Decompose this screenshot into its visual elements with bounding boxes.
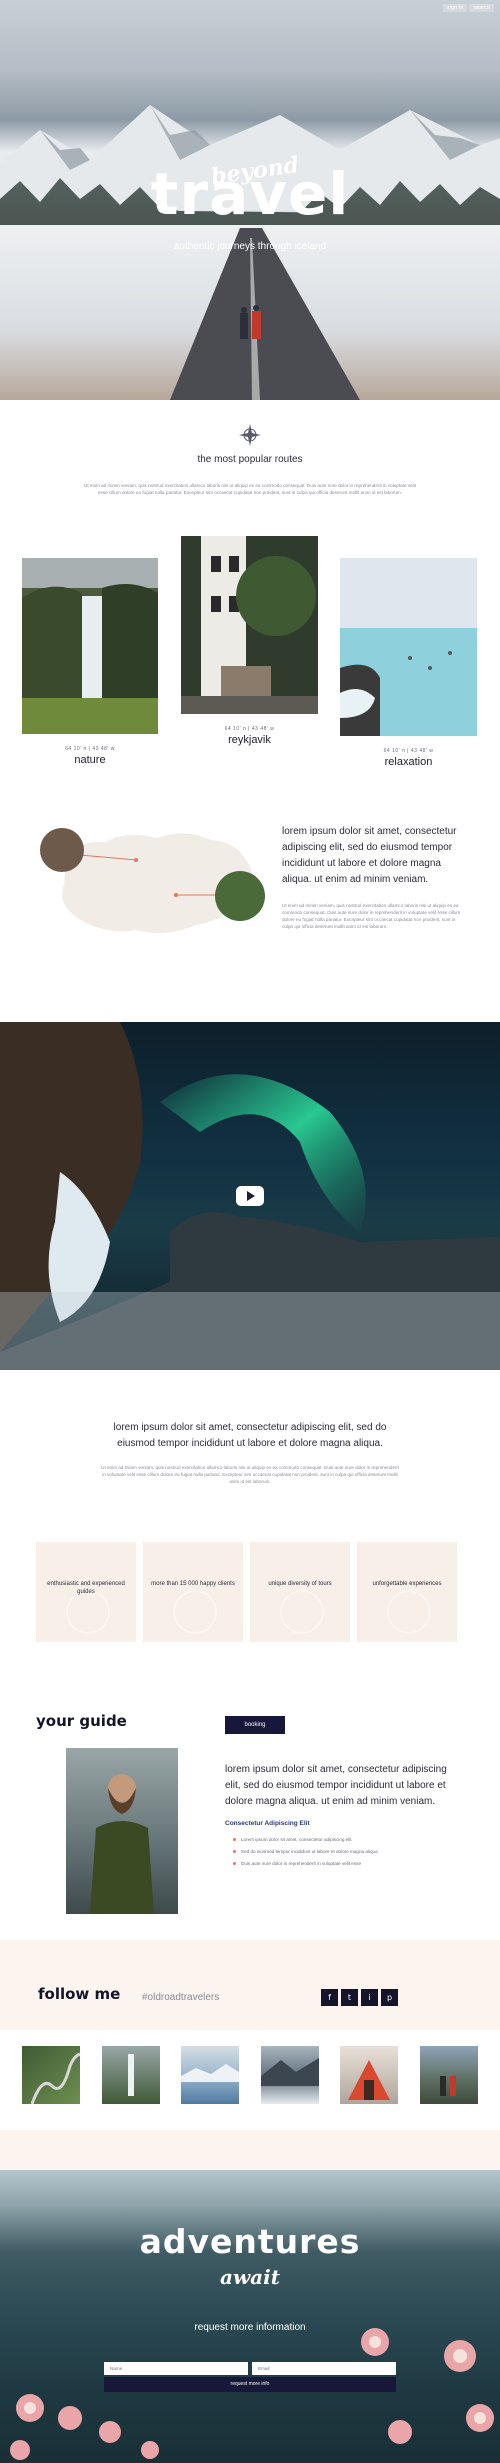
- instagram-icon[interactable]: i: [361, 1989, 378, 2006]
- instagram-photo-2[interactable]: [102, 2046, 160, 2104]
- follow-hashtag[interactable]: #oldroadtravelers: [142, 1992, 219, 2003]
- reykjavik-image[interactable]: [181, 536, 318, 714]
- feature-guides: enthusiastic and experienced guides: [36, 1542, 136, 1642]
- reykjavik-label[interactable]: reykjavik: [181, 734, 318, 746]
- top-links: sign in search: [442, 4, 494, 12]
- hero-subtitle: authentic journeys through iceland: [173, 241, 327, 252]
- routes-text: Ut enim ad minim veniam, quis nostrud ex…: [84, 483, 416, 495]
- instagram-photo-6[interactable]: [420, 2046, 478, 2104]
- instagram-photo-4[interactable]: [261, 2046, 319, 2104]
- hero-title: travel: [150, 160, 350, 228]
- feature-experiences: unforgettable experiences: [357, 1542, 457, 1642]
- map-pin-photo-1: [40, 828, 84, 872]
- follow-title: follow me: [38, 1985, 121, 2003]
- relaxation-label[interactable]: relaxation: [340, 756, 477, 768]
- relaxation-image[interactable]: [340, 558, 477, 736]
- instagram-photo-3[interactable]: [181, 2046, 239, 2104]
- compass-icon: [239, 424, 261, 446]
- sign-in-link[interactable]: sign in: [442, 4, 468, 12]
- nature-coords: 64 10' n | 43 48' w: [65, 746, 115, 752]
- guide-list: Lorem ipsum dolor sit amet, consectetur …: [233, 1834, 378, 1870]
- adventures-banner: [0, 2170, 500, 2463]
- feature-label: more than 15 000 happy clients: [151, 1581, 235, 1587]
- booking-button[interactable]: booking: [225, 1716, 285, 1734]
- road-illustration: [170, 228, 360, 400]
- adventures-script: await: [220, 2265, 280, 2289]
- feature-label: unforgettable experiences: [372, 1581, 442, 1587]
- feature-clients: more than 15 000 happy clients: [143, 1542, 243, 1642]
- feature-label: unique diversity of tours: [268, 1581, 332, 1587]
- guide-heading: lorem ipsum dolor sit amet, consectetur …: [225, 1764, 447, 1807]
- instagram-photo-1[interactable]: [22, 2046, 80, 2104]
- intro-heading: lorem ipsum dolor sit amet, consectetur …: [113, 1422, 387, 1449]
- nature-label[interactable]: nature: [22, 754, 158, 766]
- feature-tours: unique diversity of tours: [250, 1542, 350, 1642]
- divider-band: [0, 2130, 500, 2170]
- feature-label: enthusiastic and experienced guides: [47, 1581, 125, 1595]
- email-field[interactable]: [252, 2362, 396, 2375]
- search-link[interactable]: search: [469, 4, 494, 12]
- facebook-icon[interactable]: f: [321, 1989, 338, 2006]
- reykjavik-coords: 64 10' n | 43 48' w: [224, 726, 275, 732]
- twitter-icon[interactable]: t: [341, 1989, 358, 2006]
- relaxation-coords: 64 10' n | 43 48' w: [383, 748, 434, 754]
- adventures-subtitle: request more information: [194, 2322, 306, 2333]
- adventures-title: adventures: [139, 2222, 361, 2261]
- routes-title: the most popular routes: [197, 454, 303, 465]
- list-item: Sed do eiusmod tempor incididunt ut labo…: [233, 1846, 378, 1858]
- intro-text: Ut enim ad minim veniam, quis nostrud ex…: [101, 1465, 399, 1484]
- map-heading: lorem ipsum dolor sit amet, consectetur …: [282, 826, 457, 885]
- list-item: Duis aute irure dolor in reprehenderit i…: [233, 1858, 378, 1870]
- nature-image[interactable]: [22, 558, 158, 734]
- name-field[interactable]: [104, 2362, 248, 2375]
- guide-subheading: Consectetur Adipiscing Elit: [225, 1820, 310, 1827]
- pinterest-icon[interactable]: p: [381, 1989, 398, 2006]
- iceland-map: [40, 828, 265, 934]
- list-item: Lorem ipsum dolor sit amet, consectetur …: [233, 1834, 378, 1846]
- play-icon[interactable]: [236, 1186, 264, 1206]
- request-info-button[interactable]: request more info: [104, 2377, 396, 2392]
- instagram-photo-5[interactable]: [340, 2046, 398, 2104]
- guide-photo: [66, 1748, 178, 1914]
- map-text: Ut enim ad minim veniam, quis nostrud ex…: [282, 903, 461, 929]
- map-pin-photo-2: [215, 871, 265, 921]
- guide-title: your guide: [36, 1712, 127, 1730]
